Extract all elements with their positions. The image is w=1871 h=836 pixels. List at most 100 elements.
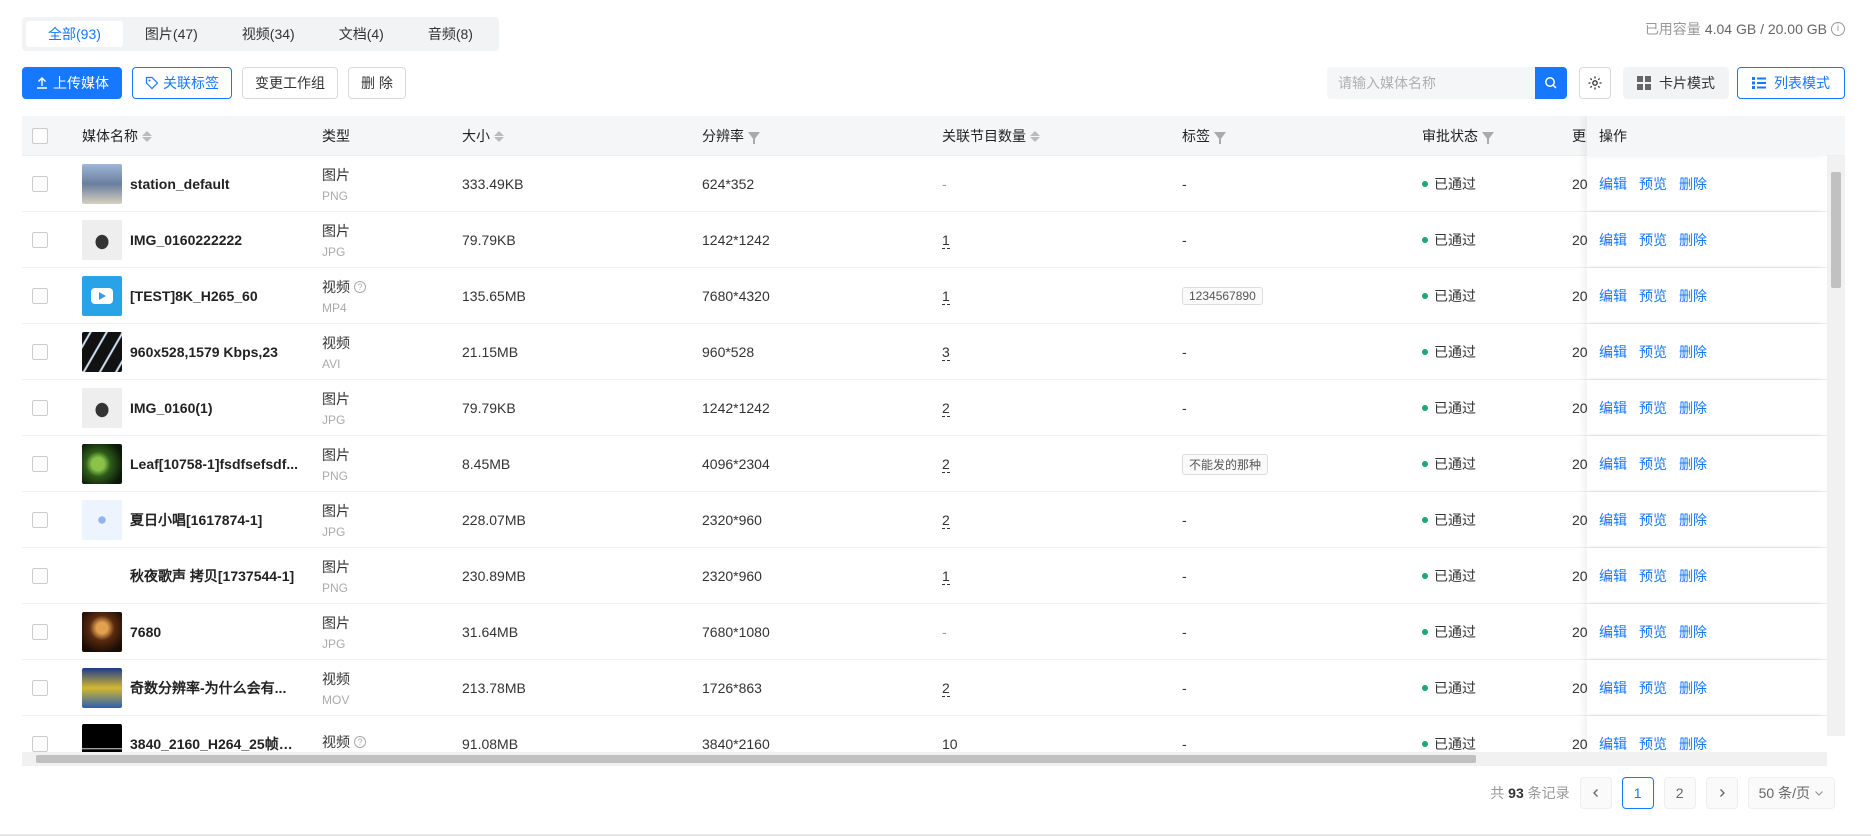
media-thumbnail[interactable] <box>82 220 122 260</box>
media-thumbnail[interactable] <box>82 724 122 752</box>
tab-all[interactable]: 全部(93) <box>26 21 123 47</box>
vertical-scroll-thumb[interactable] <box>1831 172 1841 288</box>
media-name[interactable]: 7680 <box>130 624 161 640</box>
media-name[interactable]: Leaf[10758-1]fsdfsefsdf... <box>130 456 298 472</box>
media-thumbnail[interactable] <box>82 612 122 652</box>
preview-link[interactable]: 预览 <box>1639 286 1667 306</box>
related-count[interactable]: 1 <box>942 232 950 249</box>
edit-link[interactable]: 编辑 <box>1599 286 1627 306</box>
media-thumbnail[interactable] <box>82 276 122 316</box>
row-checkbox[interactable] <box>32 400 48 416</box>
delete-link[interactable]: 删除 <box>1679 230 1707 250</box>
edit-link[interactable]: 编辑 <box>1599 454 1627 474</box>
filter-icon[interactable] <box>1482 132 1494 144</box>
media-name[interactable]: 3840_2160_H264_25帧_1... <box>130 734 300 752</box>
column-related-count[interactable]: 关联节目数量 <box>942 116 1040 156</box>
related-count[interactable]: 1 <box>942 288 950 305</box>
media-name[interactable]: 奇数分辨率-为什么会有... <box>130 678 286 698</box>
row-checkbox[interactable] <box>32 176 48 192</box>
help-icon[interactable]: ? <box>354 736 366 748</box>
card-mode-button[interactable]: 卡片模式 <box>1623 67 1729 99</box>
help-icon[interactable]: ? <box>354 281 366 293</box>
horizontal-scrollbar[interactable] <box>22 752 1827 766</box>
delete-link[interactable]: 删除 <box>1679 678 1707 698</box>
media-name[interactable]: IMG_0160222222 <box>130 232 242 248</box>
preview-link[interactable]: 预览 <box>1639 622 1667 642</box>
related-count[interactable]: 2 <box>942 512 950 529</box>
media-thumbnail[interactable] <box>82 556 122 596</box>
media-thumbnail[interactable] <box>82 388 122 428</box>
preview-link[interactable]: 预览 <box>1639 510 1667 530</box>
related-count[interactable]: 2 <box>942 400 950 417</box>
media-thumbnail[interactable] <box>82 500 122 540</box>
sort-icon[interactable] <box>1030 130 1040 142</box>
row-checkbox[interactable] <box>32 456 48 472</box>
row-checkbox[interactable] <box>32 512 48 528</box>
next-page-button[interactable] <box>1705 777 1738 809</box>
edit-link[interactable]: 编辑 <box>1599 230 1627 250</box>
row-checkbox[interactable] <box>32 232 48 248</box>
media-thumbnail[interactable] <box>82 164 122 204</box>
list-mode-button[interactable]: 列表模式 <box>1737 67 1845 99</box>
related-count[interactable]: 1 <box>942 568 950 585</box>
upload-media-button[interactable]: 上传媒体 <box>22 67 122 99</box>
media-name[interactable]: 960x528,1579 Kbps,23 <box>130 344 278 360</box>
page-size-select[interactable]: 50 条/页 <box>1747 777 1835 809</box>
edit-link[interactable]: 编辑 <box>1599 566 1627 586</box>
preview-link[interactable]: 预览 <box>1639 734 1667 752</box>
delete-link[interactable]: 删除 <box>1679 510 1707 530</box>
delete-link[interactable]: 删除 <box>1679 398 1707 418</box>
media-thumbnail[interactable] <box>82 668 122 708</box>
filter-icon[interactable] <box>1214 132 1226 144</box>
media-thumbnail[interactable] <box>82 332 122 372</box>
tab-documents[interactable]: 文档(4) <box>317 21 406 47</box>
media-name[interactable]: IMG_0160(1) <box>130 400 212 416</box>
settings-button[interactable] <box>1579 67 1611 99</box>
column-resolution[interactable]: 分辨率 <box>702 116 760 156</box>
row-checkbox[interactable] <box>32 624 48 640</box>
search-input[interactable] <box>1327 67 1535 99</box>
edit-link[interactable]: 编辑 <box>1599 734 1627 752</box>
preview-link[interactable]: 预览 <box>1639 398 1667 418</box>
edit-link[interactable]: 编辑 <box>1599 174 1627 194</box>
row-checkbox[interactable] <box>32 288 48 304</box>
column-status[interactable]: 审批状态 <box>1422 116 1494 156</box>
related-count[interactable]: 10 <box>942 736 958 752</box>
edit-link[interactable]: 编辑 <box>1599 398 1627 418</box>
delete-link[interactable]: 删除 <box>1679 286 1707 306</box>
preview-link[interactable]: 预览 <box>1639 174 1667 194</box>
row-checkbox[interactable] <box>32 568 48 584</box>
preview-link[interactable]: 预览 <box>1639 678 1667 698</box>
delete-link[interactable]: 删除 <box>1679 734 1707 752</box>
delete-link[interactable]: 删除 <box>1679 622 1707 642</box>
tab-images[interactable]: 图片(47) <box>123 21 220 47</box>
related-count[interactable]: 2 <box>942 456 950 473</box>
preview-link[interactable]: 预览 <box>1639 230 1667 250</box>
tab-videos[interactable]: 视频(34) <box>220 21 317 47</box>
horizontal-scroll-thumb[interactable] <box>36 755 1476 763</box>
row-checkbox[interactable] <box>32 736 48 752</box>
row-checkbox[interactable] <box>32 680 48 696</box>
filter-icon[interactable] <box>748 132 760 144</box>
column-tags[interactable]: 标签 <box>1182 116 1226 156</box>
prev-page-button[interactable] <box>1579 777 1612 809</box>
column-name[interactable]: 媒体名称 <box>82 116 152 156</box>
link-tag-button[interactable]: 关联标签 <box>132 67 232 99</box>
media-name[interactable]: [TEST]8K_H265_60 <box>130 288 258 304</box>
edit-link[interactable]: 编辑 <box>1599 678 1627 698</box>
edit-link[interactable]: 编辑 <box>1599 342 1627 362</box>
sort-icon[interactable] <box>494 130 504 142</box>
delete-button[interactable]: 删 除 <box>348 67 406 99</box>
delete-link[interactable]: 删除 <box>1679 174 1707 194</box>
vertical-scrollbar[interactable] <box>1827 156 1845 736</box>
sort-icon[interactable] <box>142 130 152 142</box>
preview-link[interactable]: 预览 <box>1639 454 1667 474</box>
info-icon[interactable]: i <box>1831 22 1845 36</box>
delete-link[interactable]: 删除 <box>1679 454 1707 474</box>
preview-link[interactable]: 预览 <box>1639 566 1667 586</box>
preview-link[interactable]: 预览 <box>1639 342 1667 362</box>
select-all-checkbox[interactable] <box>32 128 48 144</box>
row-checkbox[interactable] <box>32 344 48 360</box>
edit-link[interactable]: 编辑 <box>1599 622 1627 642</box>
page-1-button[interactable]: 1 <box>1621 777 1654 809</box>
